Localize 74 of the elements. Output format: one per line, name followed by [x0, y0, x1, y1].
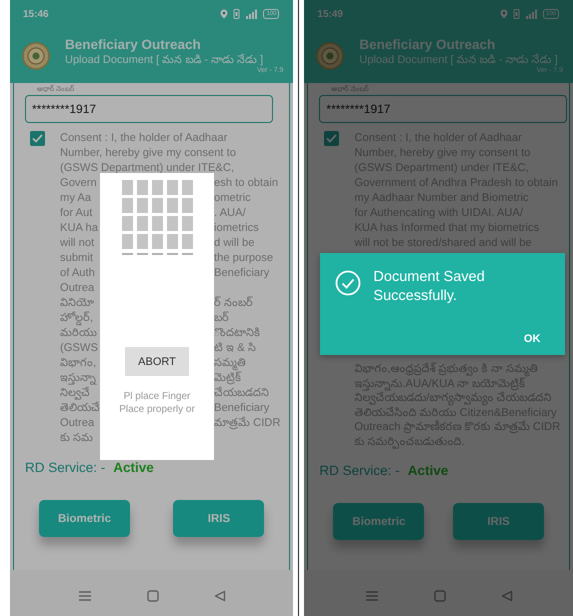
consent-text-fragment: సమ్మతి — [214, 356, 247, 371]
back-icon — [214, 590, 226, 602]
page-subtitle: Upload Document [ మన బడి - నాడు నేడు ] — [65, 52, 264, 66]
square-icon — [146, 590, 159, 602]
signal-icon — [245, 9, 258, 19]
phone-icon — [512, 9, 520, 19]
consent-text-fragment: బర్ — [214, 311, 230, 326]
consent-text-line: (GSWS Department) under ITE&C, — [60, 161, 236, 176]
success-message: Document Saved Successfully. — [373, 268, 486, 306]
consent-text-fragment: will not — [60, 236, 96, 251]
menu-icon — [78, 590, 92, 602]
consent-text-fragment: Outrea — [60, 281, 96, 296]
capture-button[interactable]: Biometric — [39, 500, 130, 537]
rd-service-status: Active — [408, 463, 448, 478]
signal-icon — [524, 9, 538, 19]
abort-button[interactable]: ABORT — [125, 347, 189, 376]
consent-text-fragment: మెట్రిక్ — [214, 371, 242, 386]
aadhaar-input-field[interactable]: ********1917 — [25, 95, 273, 123]
consent-text-fragment: KUA ha — [60, 221, 99, 236]
consent-text-fragment: the purpose — [214, 251, 274, 266]
consent-text-fragment: మాత్రమే CIDR — [214, 416, 280, 431]
consent-text-fragment: d will be — [214, 236, 256, 251]
consent-text-fragment: Beneficiary — [214, 401, 270, 416]
consent-text-fragment: . AUA/ — [214, 206, 247, 221]
consent-text-fragment: హోల్డర్, — [60, 311, 94, 326]
rd-service-label: RD Service: - — [25, 460, 106, 475]
phone-icon — [233, 9, 240, 19]
consent-checkbox[interactable] — [30, 131, 45, 146]
consent-text-fragment: కు సమ — [60, 431, 94, 446]
consent-text-fragment: for Aut — [60, 206, 94, 221]
status-time: 15:49 — [317, 8, 343, 20]
menu-icon — [364, 590, 379, 602]
emblem-logo — [316, 42, 344, 70]
back-icon — [500, 590, 513, 602]
consent-text-fragment: Beneficiary — [214, 266, 270, 281]
emblem-logo — [22, 42, 50, 70]
rd-service-label: RD Service: - — [319, 463, 400, 478]
consent-text-fragment: iometrics — [214, 221, 260, 236]
consent-text-fragment: of Auth — [60, 266, 96, 281]
consent-text-fragment: ొందటానికి — [214, 326, 261, 341]
capture-button[interactable]: IRIS — [453, 503, 544, 540]
consent-text-fragment: నిల్వచే — [60, 386, 91, 401]
consent-text-fragment: టి ఇ & సి — [214, 341, 257, 356]
consent-text-fragment: ఇస్తున్నా — [60, 371, 98, 386]
rd-service-status: Active — [113, 460, 154, 475]
consent-text-fragment: వినియో — [60, 296, 95, 311]
consent-text-fragment: submit — [60, 251, 94, 266]
consent-text-fragment: ర్ నంబర్ — [214, 296, 254, 311]
square-icon — [434, 590, 446, 602]
consent-text-fragment: చేయబడదని — [214, 386, 270, 401]
consent-text-line: Number, hereby give my consent to — [60, 146, 237, 161]
finger-instruction-text: Pl place Finger Place properly or — [119, 390, 195, 416]
consent-text-fragment: esh to obtain — [214, 176, 280, 191]
consent-text-fragment: (GSWS — [60, 341, 99, 356]
consent-text-line: Consent : I, the holder of Aadhaar — [60, 131, 228, 146]
consent-text-fragment: మరియు — [60, 326, 98, 341]
page-subtitle: Upload Document [ మన బడి - నాడు నేడు ] — [359, 52, 559, 66]
consent-checkbox[interactable] — [324, 131, 340, 146]
consent-text-fragment: ometric — [214, 191, 252, 206]
consent-text-fragment: విభాగం, — [60, 356, 98, 371]
ok-button[interactable]: OK — [524, 331, 540, 347]
consent-text-fragment: తెలియచే — [60, 401, 100, 416]
location-icon — [500, 9, 508, 19]
status-time: 15:46 — [23, 8, 49, 20]
app-title: Beneficiary Outreach — [65, 36, 202, 52]
aadhaar-input-field[interactable]: ********1917 — [319, 95, 568, 123]
consent-text-fragment: my Aa — [60, 191, 92, 206]
capture-button[interactable]: IRIS — [173, 500, 264, 537]
app-title: Beneficiary Outreach — [359, 36, 496, 52]
check-circle-icon — [335, 270, 362, 296]
capture-button[interactable]: Biometric — [333, 503, 424, 540]
consent-text-fragment: Govern — [60, 176, 98, 191]
location-icon — [220, 9, 228, 19]
consent-text-fragment: Outrea — [60, 416, 96, 431]
